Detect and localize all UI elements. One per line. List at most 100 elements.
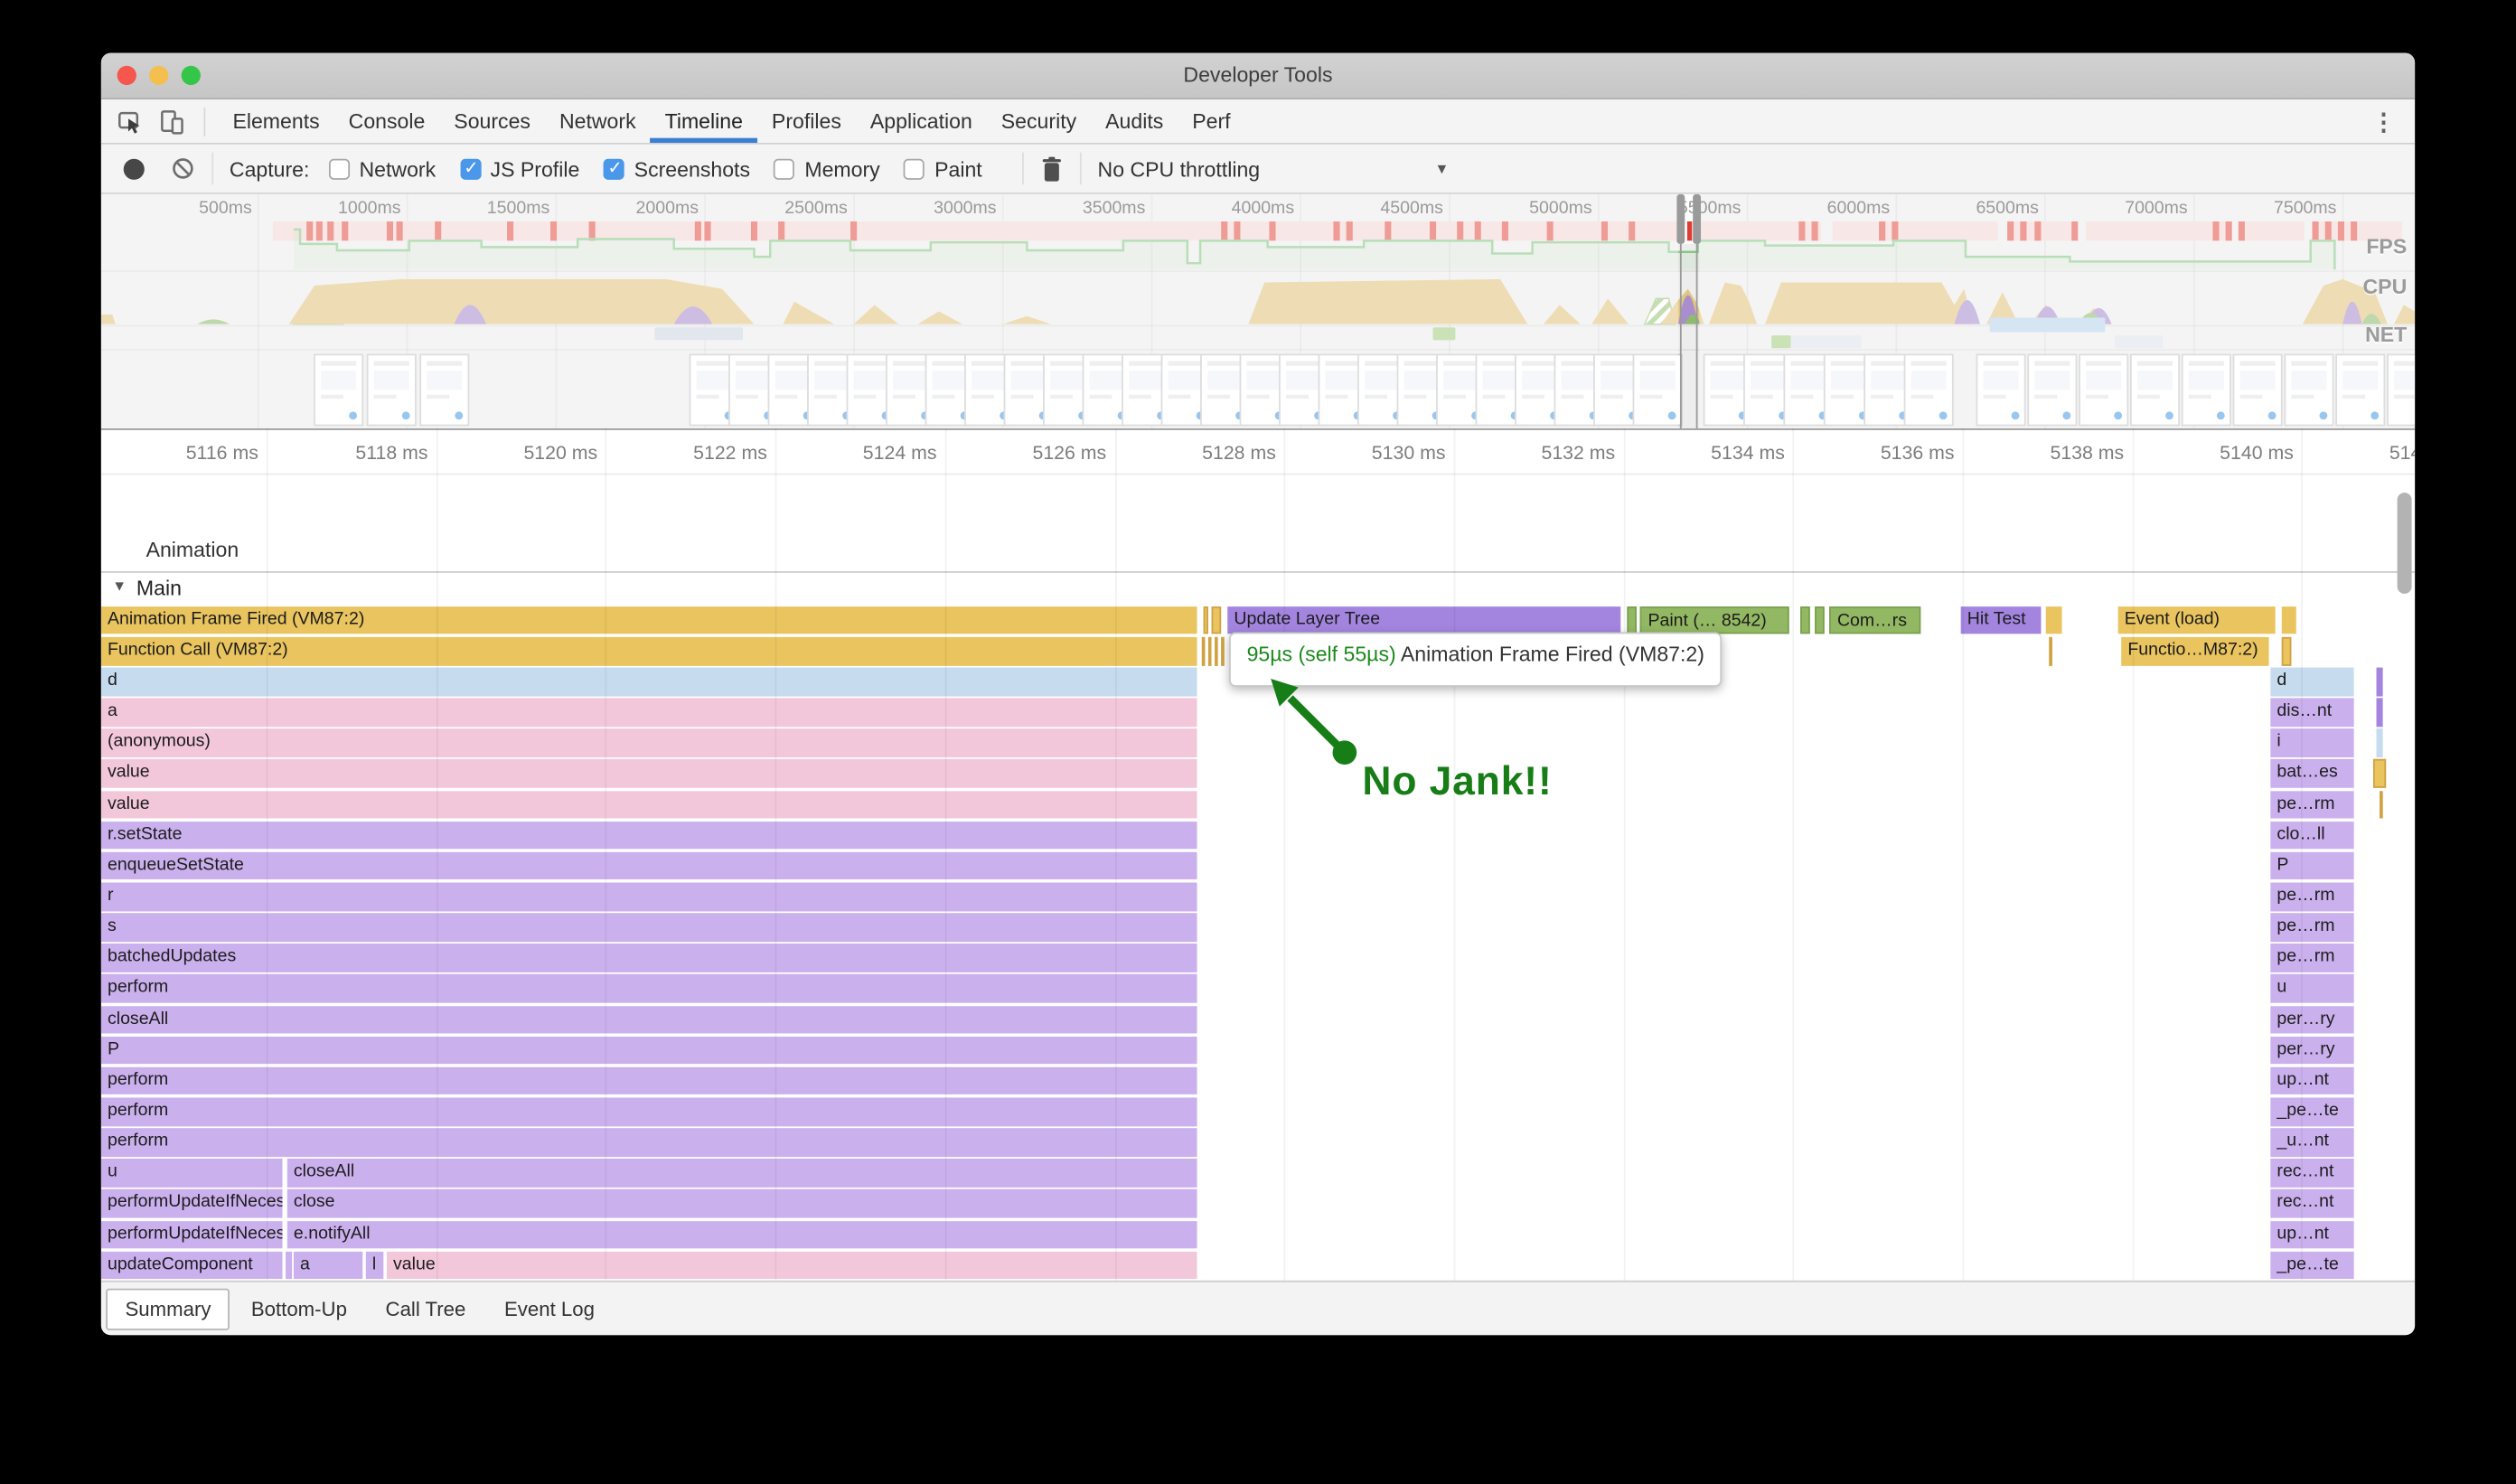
flame-bar-u[interactable]: u — [101, 1159, 283, 1187]
flame-bar-u-nt[interactable]: _u…nt — [2270, 1128, 2353, 1156]
flame-bar[interactable] — [286, 1251, 292, 1279]
tab-network[interactable]: Network — [545, 99, 651, 143]
flame-bar-perform[interactable]: perform — [101, 1097, 1197, 1125]
flame-bar[interactable] — [1815, 606, 1825, 634]
unchecked-checkbox[interactable] — [904, 158, 925, 179]
flame-bar-r-setstate[interactable]: r.setState — [101, 822, 1197, 850]
flame-bar-per-ry[interactable]: per…ry — [2270, 1005, 2353, 1033]
flame-bar[interactable] — [1204, 606, 1208, 634]
flame-bar-e-notifyall[interactable]: e.notifyAll — [287, 1220, 1197, 1248]
flame-bar-value[interactable]: value — [101, 791, 1197, 819]
capture-option-screenshots[interactable]: Screenshots — [604, 156, 750, 181]
flame-bar[interactable] — [2046, 606, 2062, 634]
inspect-element-icon[interactable] — [117, 108, 143, 134]
unchecked-checkbox[interactable] — [775, 158, 795, 179]
tab-audits[interactable]: Audits — [1091, 99, 1178, 143]
record-button[interactable] — [124, 158, 145, 179]
flame-bar-p[interactable]: P — [101, 1036, 1197, 1064]
flame-bar-hit-test[interactable]: Hit Test — [1961, 606, 2042, 634]
flame-bar-animation-frame-fired-vm87-2[interactable]: Animation Frame Fired (VM87:2) — [101, 606, 1197, 634]
flame-bar-rec-nt[interactable]: rec…nt — [2270, 1189, 2353, 1217]
flame-bar[interactable] — [1221, 637, 1225, 665]
detail-tab-call-tree[interactable]: Call Tree — [368, 1290, 483, 1329]
flame-bar-i[interactable]: i — [2270, 729, 2353, 757]
unchecked-checkbox[interactable] — [329, 158, 350, 179]
flame-bar-pe-te[interactable]: _pe…te — [2270, 1097, 2353, 1125]
collapse-arrow-icon[interactable]: ▼ — [112, 578, 127, 594]
capture-option-memory[interactable]: Memory — [775, 156, 880, 181]
flame-bar[interactable] — [1208, 637, 1212, 665]
device-toolbar-icon[interactable] — [159, 108, 184, 134]
flame-bar-paint-8542[interactable]: Paint (… 8542) — [1640, 606, 1789, 634]
tab-security[interactable]: Security — [987, 99, 1091, 143]
flame-bar-functio-m87-2[interactable]: Functio…M87:2) — [2121, 637, 2268, 665]
flame-bar-enqueuesetstate[interactable]: enqueueSetState — [101, 852, 1197, 880]
flame-bar[interactable] — [2380, 791, 2383, 819]
checked-checkbox[interactable] — [604, 158, 624, 179]
flame-bar-a[interactable]: a — [101, 699, 1197, 727]
flame-bar-per-ry[interactable]: per…ry — [2270, 1036, 2353, 1064]
flame-bar-d[interactable]: d — [101, 668, 1197, 696]
flame-bar-closeall[interactable]: closeAll — [287, 1159, 1197, 1187]
flame-bar-function-call-vm87-2[interactable]: Function Call (VM87:2) — [101, 637, 1197, 665]
flame-bar-pe-te[interactable]: _pe…te — [2270, 1251, 2353, 1279]
flame-chart[interactable]: Animation Frame Fired (VM87:2) Update Lay… — [101, 605, 2415, 1280]
flame-bar-pe-rm[interactable]: pe…rm — [2270, 883, 2353, 911]
flame-bar[interactable] — [2377, 699, 2383, 727]
cpu-throttling-select[interactable]: No CPU throttling ▼ — [1098, 156, 1459, 181]
flame-bar-up-nt[interactable]: up…nt — [2270, 1220, 2353, 1248]
capture-option-js-profile[interactable]: JS Profile — [460, 156, 580, 181]
flame-bar[interactable] — [2377, 668, 2383, 696]
flame-bar-dis-nt[interactable]: dis…nt — [2270, 699, 2353, 727]
tab-application[interactable]: Application — [856, 99, 987, 143]
flame-bar-bat-es[interactable]: bat…es — [2270, 760, 2353, 788]
flame-bar-pe-rm[interactable]: pe…rm — [2270, 914, 2353, 942]
flame-bar-perform[interactable]: perform — [101, 1066, 1197, 1094]
vertical-scrollbar-thumb[interactable] — [2398, 493, 2412, 594]
flame-bar-perform[interactable]: perform — [101, 974, 1197, 1002]
flame-bar-value[interactable]: value — [387, 1251, 1197, 1279]
flame-bar-closeall[interactable]: closeAll — [101, 1005, 1197, 1033]
tab-profiles[interactable]: Profiles — [757, 99, 856, 143]
flame-bar[interactable] — [2373, 760, 2386, 788]
flame-bar-com-rs[interactable]: Com…rs — [1829, 606, 1920, 634]
flame-bar-d[interactable]: d — [2270, 668, 2353, 696]
flame-bar-event-load[interactable]: Event (load) — [2118, 606, 2276, 634]
flame-bar-performupdateifnecessary[interactable]: performUpdateIfNecessary — [101, 1220, 283, 1248]
flame-bar[interactable] — [2049, 637, 2052, 665]
tab-timeline[interactable]: Timeline — [651, 99, 757, 143]
animation-track[interactable]: Animation — [101, 475, 2415, 573]
flame-bar-performupdateifnecessary[interactable]: performUpdateIfNecessary — [101, 1189, 283, 1217]
trash-icon[interactable] — [1040, 155, 1065, 182]
capture-option-network[interactable]: Network — [329, 156, 436, 181]
flame-bar-up-nt[interactable]: up…nt — [2270, 1066, 2353, 1094]
flame-bar[interactable] — [2282, 637, 2292, 665]
flame-bar-pe-rm[interactable]: pe…rm — [2270, 791, 2353, 819]
detail-tab-bottom-up[interactable]: Bottom-Up — [233, 1290, 364, 1329]
flame-bar-perform[interactable]: perform — [101, 1128, 1197, 1156]
capture-option-paint[interactable]: Paint — [904, 156, 981, 181]
flame-bar-batchedupdates[interactable]: batchedUpdates — [101, 944, 1197, 972]
overview-pane[interactable]: 500ms1000ms1500ms2000ms2500ms3000ms3500m… — [101, 194, 2415, 428]
overflow-menu-icon[interactable]: ⋮ — [2371, 107, 2396, 136]
clear-icon[interactable] — [170, 155, 195, 181]
flame-bar-s[interactable]: s — [101, 914, 1197, 942]
flame-bar-a[interactable]: a — [294, 1251, 362, 1279]
flame-bar-value[interactable]: value — [101, 760, 1197, 788]
flame-bar[interactable] — [1202, 637, 1206, 665]
detail-tab-event-log[interactable]: Event Log — [486, 1290, 612, 1329]
flame-bar-rec-nt[interactable]: rec…nt — [2270, 1159, 2353, 1187]
flame-bar-p[interactable]: P — [2270, 852, 2353, 880]
flame-bar-l[interactable]: l — [366, 1251, 384, 1279]
flame-bar-pe-rm[interactable]: pe…rm — [2270, 944, 2353, 972]
flame-bar[interactable] — [1212, 606, 1222, 634]
flame-bar[interactable] — [2282, 606, 2296, 634]
flame-bar-anonymous[interactable]: (anonymous) — [101, 729, 1197, 757]
flame-bar-u[interactable]: u — [2270, 974, 2353, 1002]
flame-bar-update-layer-tree[interactable]: Update Layer Tree — [1227, 606, 1620, 634]
tab-perf[interactable]: Perf — [1178, 99, 1244, 143]
flame-bar[interactable] — [1627, 606, 1637, 634]
main-track-header[interactable]: ▼ Main — [101, 573, 2415, 606]
tab-console[interactable]: Console — [334, 99, 440, 143]
checked-checkbox[interactable] — [460, 158, 481, 179]
